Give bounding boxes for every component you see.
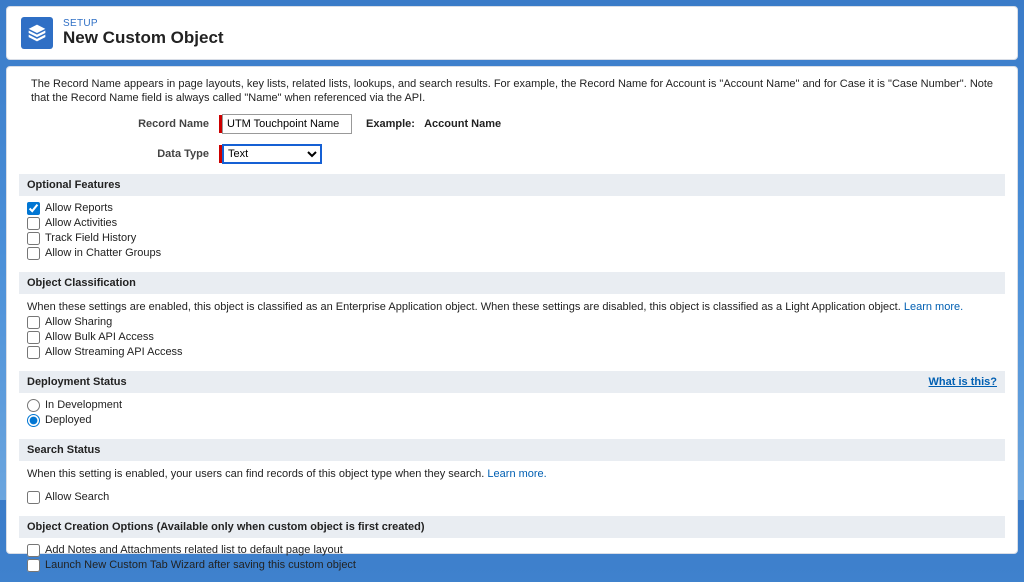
allow-chatter-checkbox[interactable] (27, 247, 40, 260)
allow-chatter-label: Allow in Chatter Groups (45, 247, 161, 259)
classification-help: When these settings are enabled, this ob… (27, 301, 901, 313)
allow-search-checkbox[interactable] (27, 491, 40, 504)
optional-features-heading: Optional Features (19, 174, 1005, 196)
record-name-intro: The Record Name appears in page layouts,… (31, 77, 1005, 106)
search-status-section: Search Status When this setting is enabl… (19, 439, 1005, 514)
deployment-status-heading: Deployment Status What is this? (19, 371, 1005, 393)
search-status-help: When this setting is enabled, your users… (27, 468, 484, 480)
allow-sharing-label: Allow Sharing (45, 316, 112, 328)
creation-options-heading: Object Creation Options (Available only … (19, 516, 1005, 538)
allow-activities-checkbox[interactable] (27, 217, 40, 230)
allow-streaming-api-checkbox[interactable] (27, 346, 40, 359)
add-notes-label: Add Notes and Attachments related list t… (45, 544, 343, 556)
creation-options-section: Object Creation Options (Available only … (19, 516, 1005, 582)
what-is-this-link[interactable]: What is this? (929, 376, 997, 388)
allow-sharing-checkbox[interactable] (27, 316, 40, 329)
layers-icon (27, 23, 47, 43)
allow-activities-label: Allow Activities (45, 217, 117, 229)
object-icon (21, 17, 53, 49)
deployment-status-section: Deployment Status What is this? In Devel… (19, 371, 1005, 437)
add-notes-checkbox[interactable] (27, 544, 40, 557)
deployed-radio[interactable] (27, 414, 40, 427)
example-value: Account Name (424, 118, 501, 130)
allow-streaming-api-label: Allow Streaming API Access (45, 346, 183, 358)
page-header: SETUP New Custom Object (6, 6, 1018, 60)
in-development-radio[interactable] (27, 399, 40, 412)
search-status-heading: Search Status (19, 439, 1005, 461)
track-field-history-checkbox[interactable] (27, 232, 40, 245)
data-type-select[interactable]: Text (222, 144, 322, 164)
launch-tab-wizard-checkbox[interactable] (27, 559, 40, 572)
data-type-row: Data Type Text (19, 144, 1005, 164)
page-title: New Custom Object (63, 29, 224, 48)
object-classification-section: Object Classification When these setting… (19, 272, 1005, 369)
allow-bulk-api-label: Allow Bulk API Access (45, 331, 154, 343)
record-name-row: Record Name Example: Account Name (19, 114, 1005, 134)
optional-features-section: Optional Features Allow Reports Allow Ac… (19, 174, 1005, 270)
allow-reports-checkbox[interactable] (27, 202, 40, 215)
track-field-history-label: Track Field History (45, 232, 136, 244)
allow-search-label: Allow Search (45, 491, 109, 503)
main-panel: The Record Name appears in page layouts,… (6, 66, 1018, 554)
record-name-label: Record Name (19, 118, 219, 130)
allow-bulk-api-checkbox[interactable] (27, 331, 40, 344)
allow-reports-label: Allow Reports (45, 202, 113, 214)
data-type-label: Data Type (19, 148, 219, 160)
record-name-input[interactable] (222, 114, 352, 134)
classification-learn-more-link[interactable]: Learn more. (904, 301, 963, 313)
search-learn-more-link[interactable]: Learn more. (487, 468, 546, 480)
example-label: Example: (366, 118, 415, 130)
launch-tab-wizard-label: Launch New Custom Tab Wizard after savin… (45, 559, 356, 571)
in-development-label: In Development (45, 399, 122, 411)
object-classification-heading: Object Classification (19, 272, 1005, 294)
deployed-label: Deployed (45, 414, 91, 426)
